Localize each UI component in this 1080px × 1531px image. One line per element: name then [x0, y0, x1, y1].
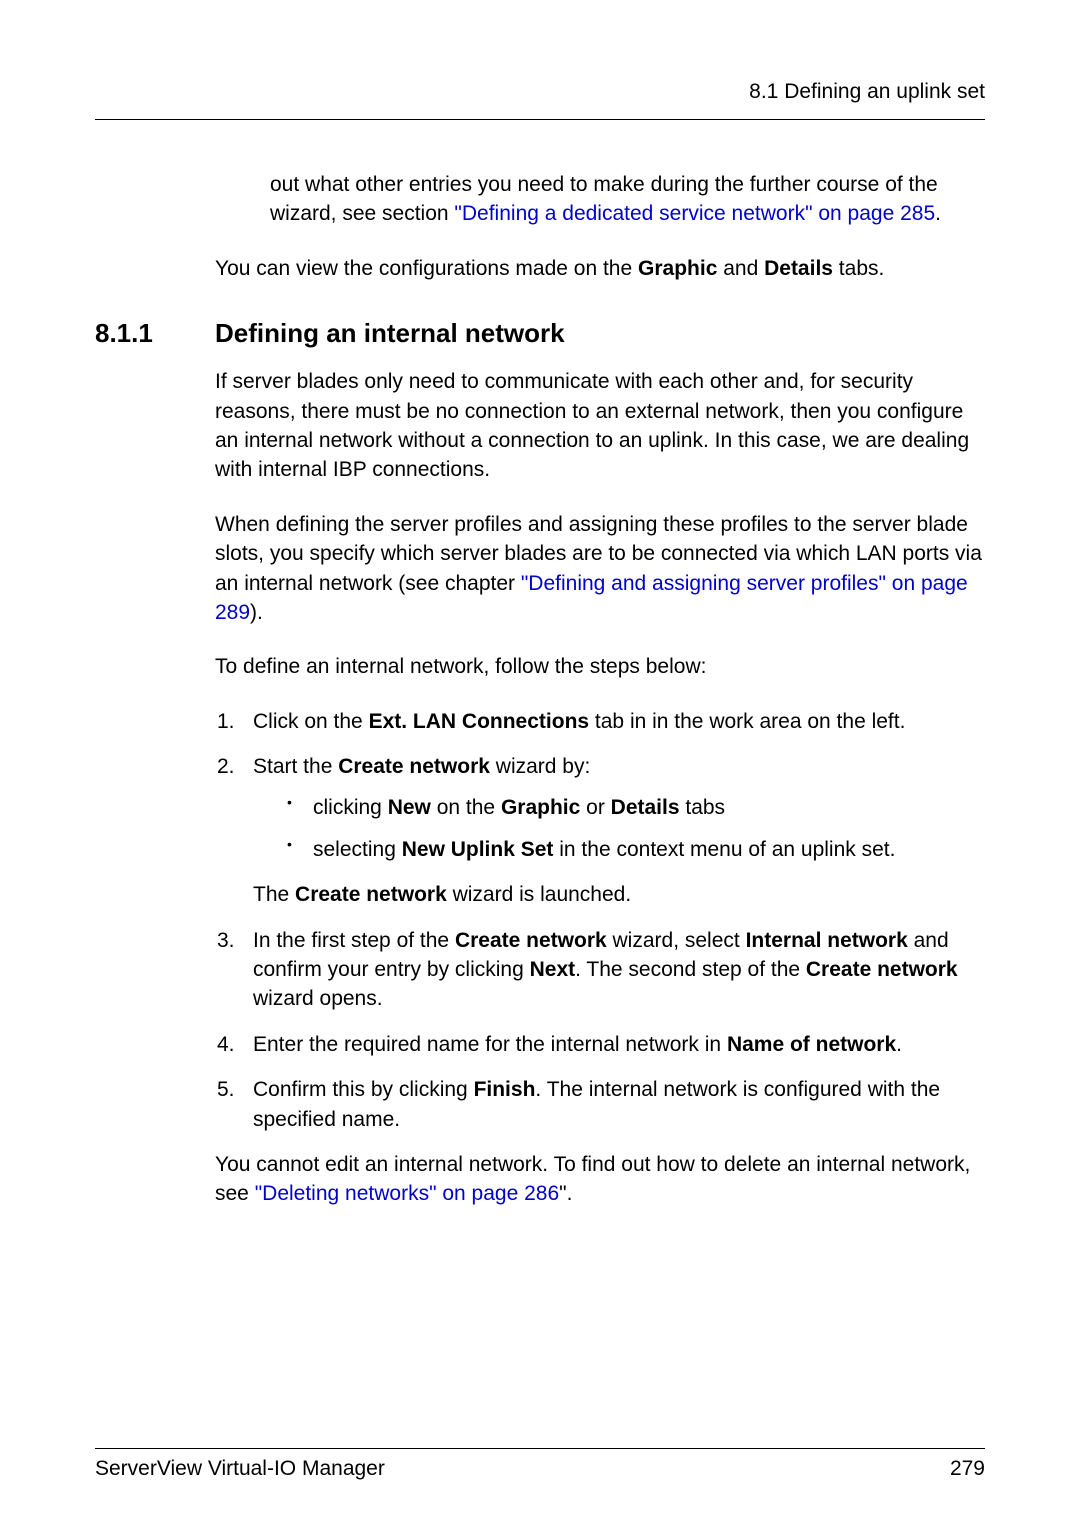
subsection-heading-row: 8.1.1 Defining an internal network: [95, 318, 985, 349]
bold-next: Next: [530, 958, 576, 981]
bold-ext-lan-connections: Ext. LAN Connections: [369, 710, 590, 733]
bold-graphic: Graphic: [501, 796, 580, 819]
text: The: [253, 883, 295, 906]
step-2: 2. Start the Create network wizard by: c…: [215, 752, 985, 864]
footer-row: ServerView Virtual-IO Manager 279: [95, 1457, 985, 1481]
step-number: 4.: [217, 1030, 235, 1059]
text: tabs: [680, 796, 726, 819]
continuation-paragraph: out what other entries you need to make …: [270, 170, 985, 229]
step-4: 4. Enter the required name for the inter…: [215, 1030, 985, 1059]
text: Enter the required name for the internal…: [253, 1033, 727, 1056]
page-number: 279: [950, 1457, 985, 1481]
text: clicking: [313, 796, 388, 819]
step-number: 2.: [217, 752, 235, 781]
bold-finish: Finish: [474, 1078, 536, 1101]
intro-paragraph: You can view the configurations made on …: [215, 254, 985, 283]
para-2: When defining the server profiles and as…: [215, 510, 985, 628]
section-title: Defining an internal network: [215, 318, 565, 349]
running-header: 8.1 Defining an uplink set: [95, 80, 985, 104]
steps-list: 1. Click on the Ext. LAN Connections tab…: [215, 707, 985, 1134]
text: ).: [250, 601, 263, 624]
bold-create-network: Create network: [455, 929, 607, 952]
bold-graphic: Graphic: [638, 257, 717, 280]
text: in the context menu of an uplink set.: [553, 838, 895, 861]
step-number: 3.: [217, 926, 235, 955]
text: tabs.: [833, 257, 884, 280]
text: or: [580, 796, 610, 819]
text: wizard is launched.: [447, 883, 631, 906]
step-5: 5. Confirm this by clicking Finish. The …: [215, 1075, 985, 1134]
bold-details: Details: [611, 796, 680, 819]
bold-new: New: [388, 796, 431, 819]
section-body: If server blades only need to communicat…: [215, 367, 985, 1209]
text: ".: [559, 1182, 572, 1205]
footer-title: ServerView Virtual-IO Manager: [95, 1457, 385, 1481]
text: wizard opens.: [253, 987, 383, 1010]
step-2-closing: The Create network wizard is launched.: [253, 880, 985, 909]
text: You can view the configurations made on …: [215, 257, 638, 280]
bold-name-of-network: Name of network: [727, 1033, 896, 1056]
link-deleting-networks[interactable]: "Deleting networks" on page 286: [255, 1182, 559, 1205]
bullet-1: clicking New on the Graphic or Details t…: [285, 793, 985, 822]
bullet-2: selecting New Uplink Set in the context …: [285, 835, 985, 864]
text: In the first step of the: [253, 929, 455, 952]
text: . The second step of the: [575, 958, 806, 981]
text: on the: [431, 796, 501, 819]
page-footer: ServerView Virtual-IO Manager 279: [95, 1448, 985, 1481]
step-3: 3. In the first step of the Create netwo…: [215, 926, 985, 1014]
bold-details: Details: [764, 257, 833, 280]
bold-create-network: Create network: [338, 755, 490, 778]
step-number: 5.: [217, 1075, 235, 1104]
text: .: [935, 202, 941, 225]
text: Confirm this by clicking: [253, 1078, 474, 1101]
section-number: 8.1.1: [95, 318, 215, 349]
bold-create-network: Create network: [806, 958, 958, 981]
text: selecting: [313, 838, 402, 861]
text: and: [717, 257, 764, 280]
bold-create-network: Create network: [295, 883, 447, 906]
text: tab in in the work area on the left.: [589, 710, 905, 733]
page-content: out what other entries you need to make …: [215, 170, 985, 283]
text: .: [896, 1033, 902, 1056]
bold-new-uplink-set: New Uplink Set: [402, 838, 554, 861]
link-dedicated-service-network[interactable]: "Defining a dedicated service network" o…: [454, 202, 935, 225]
step-1: 1. Click on the Ext. LAN Connections tab…: [215, 707, 985, 736]
bold-internal-network: Internal network: [746, 929, 908, 952]
footer-divider: [95, 1448, 985, 1449]
step-number: 1.: [217, 707, 235, 736]
step-2-bullets: clicking New on the Graphic or Details t…: [285, 793, 985, 864]
para-1: If server blades only need to communicat…: [215, 367, 985, 485]
text: wizard, select: [607, 929, 746, 952]
para-3: To define an internal network, follow th…: [215, 652, 985, 681]
closing-para: You cannot edit an internal network. To …: [215, 1150, 985, 1209]
text: Start the: [253, 755, 338, 778]
text: Click on the: [253, 710, 369, 733]
header-divider: [95, 119, 985, 120]
text: wizard by:: [490, 755, 590, 778]
